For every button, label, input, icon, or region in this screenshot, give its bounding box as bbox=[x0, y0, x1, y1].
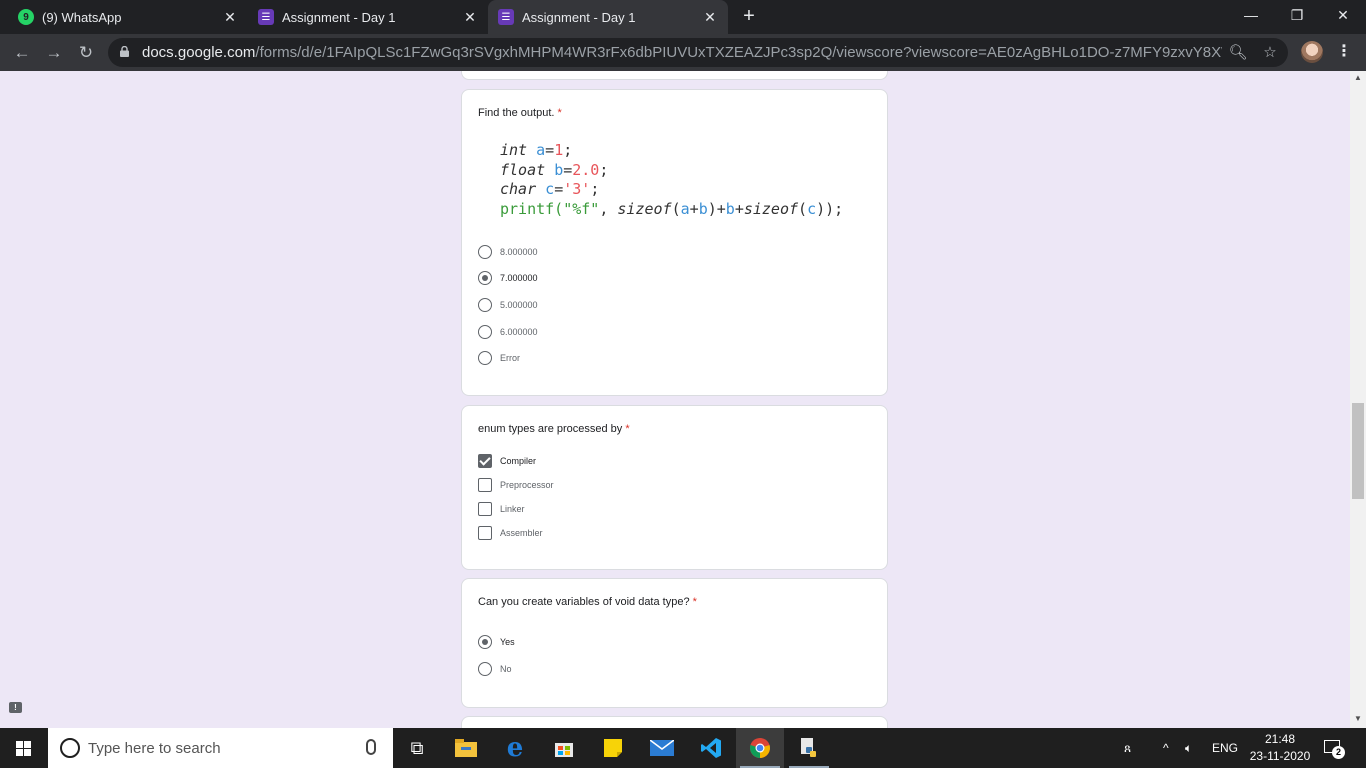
question-card-void-type: Can you create variables of void data ty… bbox=[461, 578, 888, 708]
checkbox[interactable] bbox=[478, 478, 492, 492]
browser-tab-strip: 9 (9) WhatsApp ✕ ☰ Assignment - Day 1 ✕ … bbox=[0, 0, 1366, 34]
close-tab-icon[interactable]: ✕ bbox=[702, 9, 718, 26]
form-page: Find the output. * int a=1; float b=2.0; … bbox=[0, 71, 1350, 728]
radio-button[interactable] bbox=[478, 351, 492, 365]
radio-option[interactable]: Yes bbox=[478, 634, 515, 650]
required-asterisk: * bbox=[692, 596, 697, 608]
search-placeholder: Type here to search bbox=[88, 740, 221, 757]
radio-button[interactable] bbox=[478, 298, 492, 312]
whatsapp-icon: 9 bbox=[18, 9, 34, 25]
checkbox-checked[interactable] bbox=[478, 454, 492, 468]
microphone-icon[interactable] bbox=[366, 739, 376, 755]
start-button[interactable] bbox=[0, 728, 48, 768]
volume-icon[interactable]: 🔈︎ bbox=[1185, 728, 1192, 768]
radio-button[interactable] bbox=[478, 245, 492, 259]
restore-button[interactable]: ❐ bbox=[1274, 0, 1320, 34]
address-bar[interactable]: docs.google.com/forms/d/e/1FAIpQLSc1FZwG… bbox=[108, 38, 1288, 67]
close-window-button[interactable]: ✕ bbox=[1320, 0, 1366, 34]
scroll-up-arrow-icon[interactable]: ▲ bbox=[1350, 73, 1366, 85]
cortana-icon bbox=[60, 738, 80, 758]
vscode-icon[interactable] bbox=[687, 728, 735, 768]
checkbox[interactable] bbox=[478, 502, 492, 516]
forward-button[interactable]: → bbox=[42, 41, 66, 65]
input-language[interactable]: ENG bbox=[1212, 728, 1238, 768]
menu-kebab-icon[interactable]: ⋮ bbox=[1334, 42, 1354, 62]
page-scrollbar[interactable]: ▲ ▼ bbox=[1350, 71, 1366, 728]
windows-logo-icon bbox=[16, 741, 31, 756]
back-button[interactable]: ← bbox=[10, 41, 34, 65]
radio-button-selected[interactable] bbox=[478, 271, 492, 285]
python-idle-icon[interactable] bbox=[785, 728, 833, 768]
tab-assignment-1[interactable]: ☰ Assignment - Day 1 ✕ bbox=[248, 0, 488, 34]
question-title: Find the output. * bbox=[478, 107, 562, 119]
browser-toolbar: ← → ↻ docs.google.com/forms/d/e/1FAIpQLS… bbox=[0, 34, 1366, 71]
question-card-enum-types: enum types are processed by * Compiler Pr… bbox=[461, 405, 888, 570]
task-view-icon[interactable]: ⧉ bbox=[393, 728, 441, 768]
zoom-icon[interactable]: 🔍︎ bbox=[1228, 43, 1248, 63]
people-icon[interactable]: ጸ bbox=[1124, 728, 1131, 768]
question-card-find-output: Find the output. * int a=1; float b=2.0; … bbox=[461, 89, 888, 396]
required-asterisk: * bbox=[557, 107, 562, 119]
tab-assignment-2[interactable]: ☰ Assignment - Day 1 ✕ bbox=[488, 0, 728, 34]
tab-title: Assignment - Day 1 bbox=[282, 9, 396, 25]
profile-avatar[interactable] bbox=[1301, 41, 1323, 63]
reload-button[interactable]: ↻ bbox=[74, 41, 98, 65]
edge-browser-icon[interactable]: e bbox=[491, 728, 539, 768]
windows-taskbar: Type here to search ⧉ e ጸ ^ 🔈︎ ENG 21:48… bbox=[0, 728, 1366, 768]
close-tab-icon[interactable]: ✕ bbox=[462, 9, 478, 26]
checkbox-option[interactable]: Assembler bbox=[478, 525, 543, 541]
minimize-button[interactable]: — bbox=[1228, 0, 1274, 34]
radio-button[interactable] bbox=[478, 662, 492, 676]
new-tab-button[interactable]: + bbox=[738, 5, 760, 27]
radio-button-selected[interactable] bbox=[478, 635, 492, 649]
radio-option[interactable]: Error bbox=[478, 350, 520, 366]
previous-question-card bbox=[461, 71, 888, 80]
bookmark-star-icon[interactable]: ☆ bbox=[1260, 43, 1280, 63]
question-title: enum types are processed by * bbox=[478, 423, 630, 435]
google-forms-icon: ☰ bbox=[258, 9, 274, 25]
tab-title: Assignment - Day 1 bbox=[522, 9, 636, 25]
lock-icon[interactable] bbox=[120, 46, 129, 57]
tab-whatsapp[interactable]: 9 (9) WhatsApp ✕ bbox=[8, 0, 248, 34]
file-explorer-icon[interactable] bbox=[442, 728, 490, 768]
taskbar-search-box[interactable]: Type here to search bbox=[48, 728, 393, 768]
report-feedback-icon[interactable]: ! bbox=[9, 702, 22, 713]
system-clock[interactable]: 21:48 23-11-2020 bbox=[1240, 731, 1320, 765]
radio-button[interactable] bbox=[478, 325, 492, 339]
notification-count-badge: 2 bbox=[1332, 746, 1345, 759]
clock-date: 23-11-2020 bbox=[1249, 749, 1311, 763]
code-snippet: int a=1; float b=2.0; char c='3'; printf… bbox=[500, 141, 844, 218]
radio-option[interactable]: 8.000000 bbox=[478, 244, 538, 260]
mail-icon[interactable] bbox=[638, 728, 686, 768]
close-tab-icon[interactable]: ✕ bbox=[222, 9, 238, 26]
action-center-icon[interactable]: 2 bbox=[1322, 738, 1345, 759]
checkbox-option[interactable]: Compiler bbox=[478, 453, 536, 469]
tab-title: (9) WhatsApp bbox=[42, 9, 122, 25]
url-text: docs.google.com/forms/d/e/1FAIpQLSc1FZwG… bbox=[142, 44, 1222, 61]
scrollbar-thumb[interactable] bbox=[1352, 403, 1364, 499]
google-forms-icon: ☰ bbox=[498, 9, 514, 25]
radio-option[interactable]: No bbox=[478, 661, 512, 677]
radio-option[interactable]: 7.000000 bbox=[478, 270, 538, 286]
show-hidden-icons-chevron[interactable]: ^ bbox=[1163, 728, 1169, 768]
question-title: Can you create variables of void data ty… bbox=[478, 596, 697, 608]
microsoft-store-icon[interactable] bbox=[540, 728, 588, 768]
required-asterisk: * bbox=[625, 423, 630, 435]
checkbox-option[interactable]: Preprocessor bbox=[478, 477, 554, 493]
radio-option[interactable]: 6.000000 bbox=[478, 324, 538, 340]
sticky-notes-icon[interactable] bbox=[589, 728, 637, 768]
clock-time: 21:48 bbox=[1264, 732, 1296, 746]
checkbox-option[interactable]: Linker bbox=[478, 501, 525, 517]
radio-option[interactable]: 5.000000 bbox=[478, 297, 538, 313]
next-question-card bbox=[461, 716, 888, 728]
chrome-icon[interactable] bbox=[736, 728, 784, 768]
checkbox[interactable] bbox=[478, 526, 492, 540]
scroll-down-arrow-icon[interactable]: ▼ bbox=[1350, 714, 1366, 726]
